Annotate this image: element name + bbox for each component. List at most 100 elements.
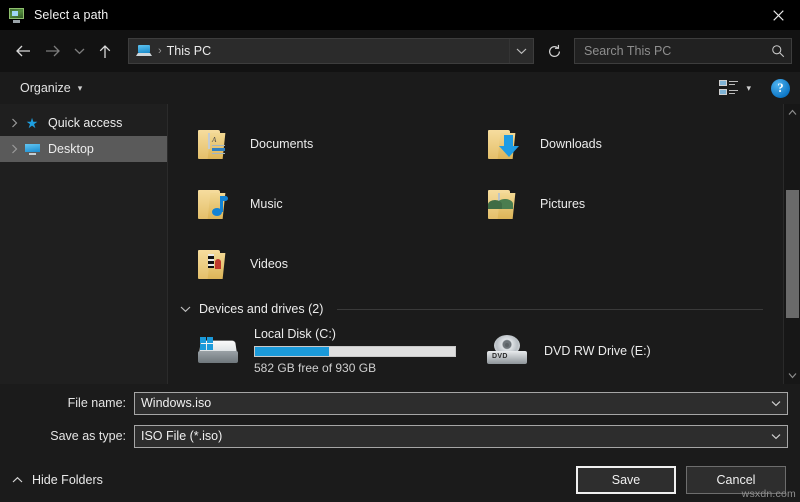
save-as-type-row: Save as type: ISO File (*.iso) xyxy=(12,423,788,449)
save-button[interactable]: Save xyxy=(576,466,676,494)
drive-usage-fill xyxy=(255,347,329,356)
drive-usage-bar xyxy=(254,346,456,357)
folder-documents-icon: A xyxy=(196,127,236,161)
chevron-down-icon xyxy=(74,48,84,55)
list-item-label: Downloads xyxy=(540,137,602,151)
hide-folders-label: Hide Folders xyxy=(32,473,103,487)
title-bar: Select a path xyxy=(0,0,800,30)
form-area: File name: Windows.iso Save as type: ISO… xyxy=(0,384,800,458)
refresh-icon xyxy=(548,44,560,57)
folder-music-icon xyxy=(196,187,236,221)
list-item-music[interactable]: Music xyxy=(168,174,458,234)
save-as-type-select[interactable]: ISO File (*.iso) xyxy=(134,424,788,448)
drive-name: Local Disk (C:) xyxy=(254,327,336,341)
arrow-right-icon xyxy=(46,45,60,57)
scroll-up-button[interactable] xyxy=(784,104,800,121)
hide-folders-button[interactable]: Hide Folders xyxy=(12,473,103,487)
sidebar-item-quick-access[interactable]: ★ Quick access xyxy=(0,110,167,136)
this-pc-icon xyxy=(136,43,152,59)
drive-grid: Local Disk (C:) 582 GB free of 930 GB DV… xyxy=(168,320,783,382)
expand-chevron-icon[interactable] xyxy=(6,118,22,128)
group-title: Devices and drives (2) xyxy=(199,302,324,316)
monitor-icon xyxy=(22,143,42,155)
toolbar-right-group: ▾ ? xyxy=(718,78,790,98)
vertical-scrollbar[interactable] xyxy=(783,104,800,384)
collapse-chevron-icon[interactable] xyxy=(180,305,191,313)
chevron-down-icon xyxy=(788,373,796,379)
dialog-body: ★ Quick access Desktop A Documents Downl… xyxy=(0,104,800,384)
hard-drive-icon xyxy=(196,334,240,368)
close-button[interactable] xyxy=(756,0,800,30)
folder-videos-icon xyxy=(196,247,236,281)
address-bar[interactable]: › This PC xyxy=(128,38,534,64)
scrollbar-thumb[interactable] xyxy=(786,189,799,318)
chevron-down-icon xyxy=(771,433,781,439)
devices-and-drives-group-header[interactable]: Devices and drives (2) xyxy=(168,294,783,320)
breadcrumb-separator: › xyxy=(158,45,162,57)
arrow-left-icon xyxy=(16,45,30,57)
save-as-type-value: ISO File (*.iso) xyxy=(141,429,223,443)
up-button[interactable] xyxy=(90,36,120,66)
list-item-videos[interactable]: Videos xyxy=(168,234,458,294)
back-button[interactable] xyxy=(8,36,38,66)
forward-button[interactable] xyxy=(38,36,68,66)
view-mode-icon[interactable] xyxy=(718,78,740,98)
list-item-label: Music xyxy=(250,197,283,211)
organize-button[interactable]: Organize ▾ xyxy=(14,77,88,99)
arrow-up-icon xyxy=(99,44,111,58)
sidebar-item-label: Quick access xyxy=(48,116,123,130)
drive-name: DVD RW Drive (E:) xyxy=(544,344,651,358)
file-name-value: Windows.iso xyxy=(141,396,212,410)
chevron-up-icon xyxy=(12,476,23,484)
folder-downloads-icon xyxy=(486,127,526,161)
list-item-documents[interactable]: A Documents xyxy=(168,114,458,174)
chevron-up-icon xyxy=(788,109,796,115)
list-item-label: Videos xyxy=(250,257,288,271)
list-item-downloads[interactable]: Downloads xyxy=(458,114,783,174)
sidebar-item-desktop[interactable]: Desktop xyxy=(0,136,167,162)
help-button[interactable]: ? xyxy=(771,78,790,98)
organize-label: Organize xyxy=(20,81,71,95)
dvd-drive-icon: DVD xyxy=(486,334,530,368)
search-placeholder: Search This PC xyxy=(584,44,672,58)
group-divider xyxy=(337,308,763,310)
search-icon[interactable] xyxy=(771,44,785,58)
list-item-pictures[interactable]: Pictures xyxy=(458,174,783,234)
file-name-input[interactable]: Windows.iso xyxy=(134,391,788,415)
folder-pictures-icon xyxy=(486,187,526,221)
list-item-label: Pictures xyxy=(540,197,586,211)
scrollbar-track[interactable] xyxy=(784,121,800,367)
select-path-dialog: Select a path › This PC Search This PC O… xyxy=(0,0,800,502)
list-item-dvd-rw-drive-e[interactable]: DVD DVD RW Drive (E:) xyxy=(458,320,783,382)
search-input[interactable]: Search This PC xyxy=(574,38,792,64)
drive-usage-text: 582 GB free of 930 GB xyxy=(254,361,377,375)
list-item-local-disk-c[interactable]: Local Disk (C:) 582 GB free of 930 GB xyxy=(168,320,458,382)
dvd-badge: DVD xyxy=(492,353,508,360)
scroll-down-button[interactable] xyxy=(784,367,800,384)
watermark: wsxdn.com xyxy=(741,488,796,500)
sidebar-item-label: Desktop xyxy=(48,142,94,156)
recent-locations-button[interactable] xyxy=(68,36,90,66)
address-dropdown-button[interactable] xyxy=(509,39,533,63)
breadcrumb-this-pc[interactable]: This PC xyxy=(167,44,211,58)
close-icon xyxy=(772,9,784,21)
command-toolbar: Organize ▾ ▾ ? xyxy=(0,72,800,104)
star-icon: ★ xyxy=(25,115,39,131)
file-name-label: File name: xyxy=(67,396,126,410)
dialog-footer: Hide Folders Save Cancel wsxdn.com xyxy=(0,458,800,502)
folder-grid: A Documents Downloads Music Pictures Vid… xyxy=(168,114,783,294)
refresh-button[interactable] xyxy=(540,38,568,64)
window-title: Select a path xyxy=(34,8,109,22)
file-name-dropdown-button[interactable] xyxy=(765,393,787,414)
save-as-type-label: Save as type: xyxy=(50,429,126,443)
list-item-label: Documents xyxy=(250,137,314,151)
save-as-type-dropdown-button[interactable] xyxy=(765,426,787,447)
expand-chevron-icon[interactable] xyxy=(6,144,22,154)
drive-details: Local Disk (C:) 582 GB free of 930 GB xyxy=(240,327,456,375)
file-name-row: File name: Windows.iso xyxy=(12,390,788,416)
app-monitor-icon xyxy=(9,7,25,23)
file-list-pane: A Documents Downloads Music Pictures Vid… xyxy=(168,104,800,384)
chevron-down-icon xyxy=(771,400,781,406)
view-mode-caret-icon[interactable]: ▾ xyxy=(742,83,755,94)
chevron-down-icon: ▾ xyxy=(77,82,83,93)
